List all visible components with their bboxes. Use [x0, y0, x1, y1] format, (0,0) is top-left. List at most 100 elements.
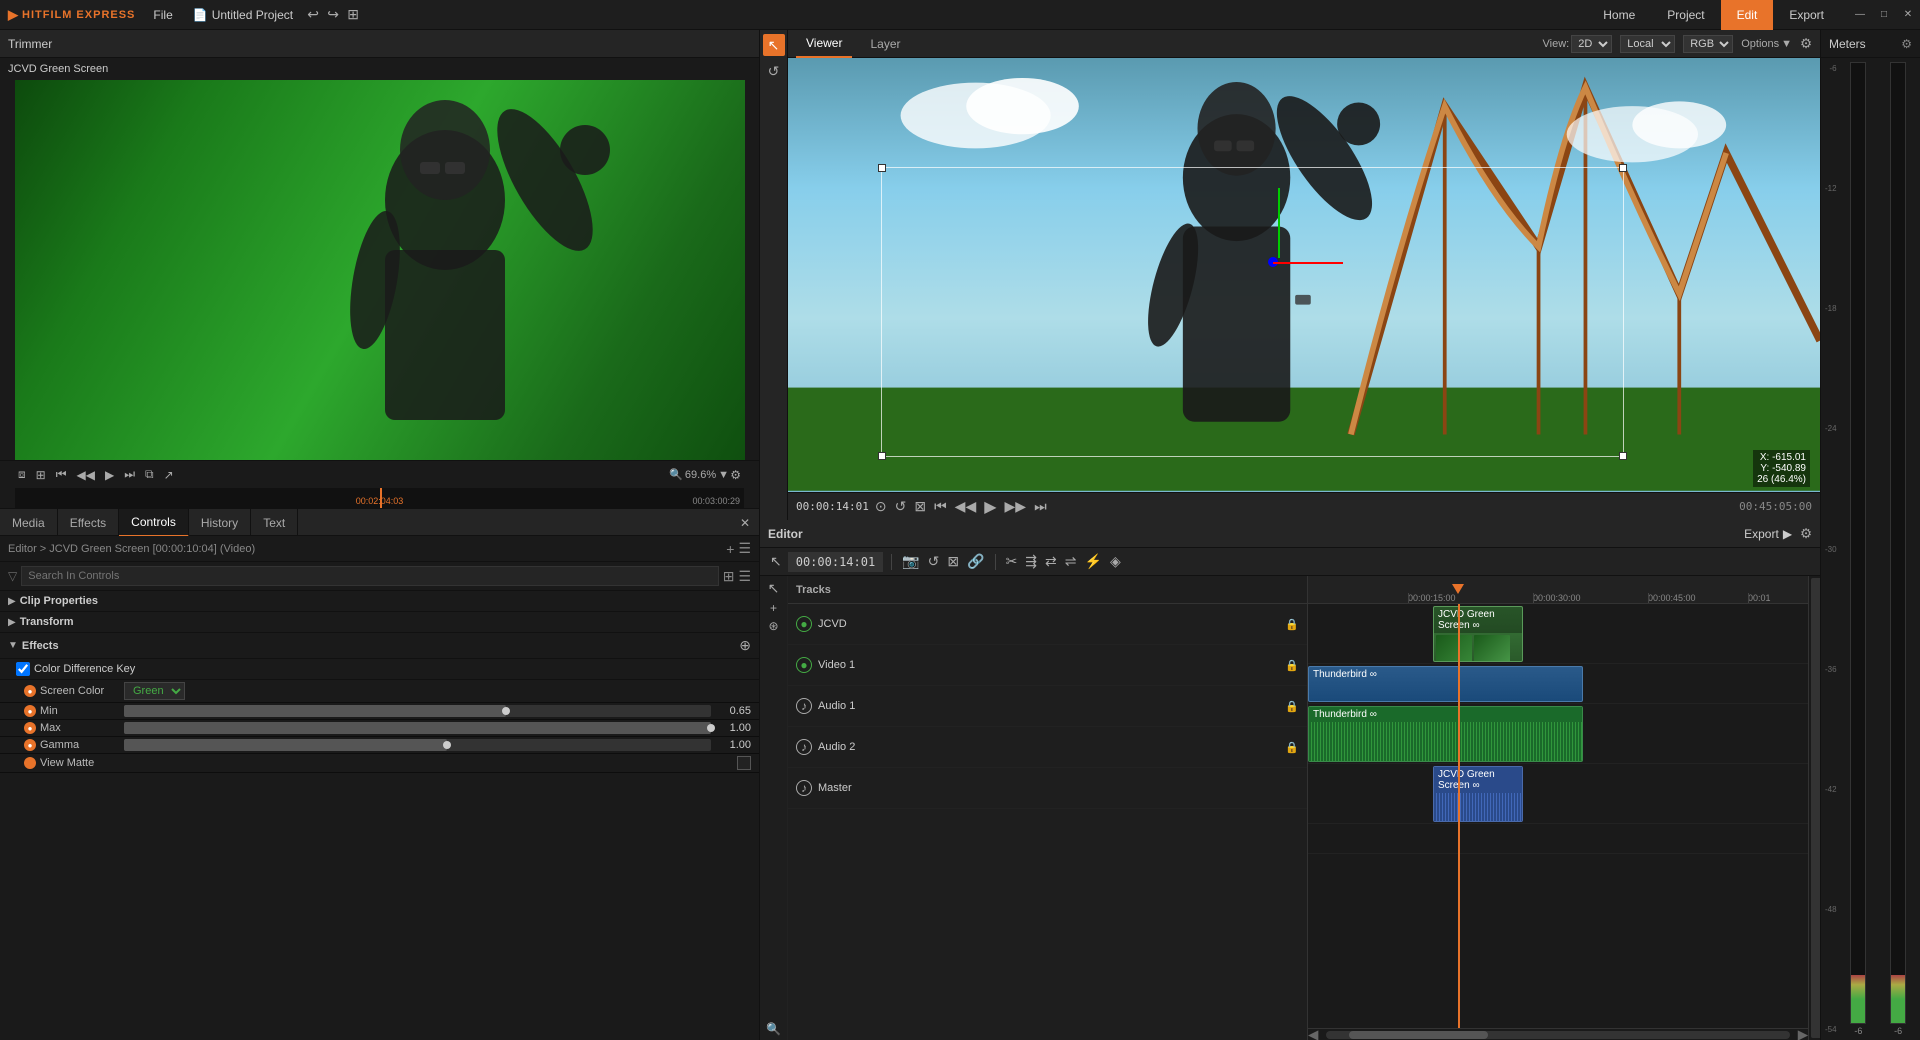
audio1-visibility-icon[interactable]: ♪ [796, 698, 812, 714]
viewer-step-fwd-button[interactable]: ▶▶ [1003, 498, 1029, 515]
channel-control[interactable]: RGB [1683, 35, 1733, 53]
max-keyframe-icon[interactable]: ● [24, 722, 36, 734]
space-control[interactable]: LocalWorld [1620, 35, 1675, 53]
select-tool-button[interactable]: ↖ [763, 34, 785, 56]
redo-button[interactable]: ↪ [323, 5, 343, 25]
project-menu[interactable]: 📄 Untitled Project [183, 0, 303, 30]
meters-close-button[interactable]: ⚙ [1901, 37, 1912, 51]
scroll-left-button[interactable]: ◀ [1308, 1027, 1318, 1040]
panel-close-button[interactable]: ✕ [731, 509, 759, 537]
gamma-slider[interactable] [124, 739, 711, 751]
viewer-settings-button[interactable]: ⚙ [1800, 36, 1812, 52]
audio2-lock-icon[interactable]: 🔒 [1285, 741, 1299, 754]
jcvd-lock-icon[interactable]: 🔒 [1285, 618, 1299, 631]
gamma-keyframe-icon[interactable]: ● [24, 739, 36, 751]
trim-set-in-button[interactable]: ⧈ [15, 465, 29, 484]
timeline-hscroll[interactable] [1326, 1031, 1790, 1039]
viewer-loop-button[interactable]: ↺ [893, 498, 909, 515]
editor-split-button[interactable]: ✂ [1004, 553, 1020, 570]
jcvd-audio-clip[interactable]: JCVD Green Screen ∞ [1433, 766, 1523, 822]
close-button[interactable]: ✕ [1896, 0, 1920, 30]
viewer-snap-button[interactable]: ⊠ [912, 498, 928, 515]
viewer-record-button[interactable]: ⊙ [873, 498, 889, 515]
editor-pointer-button[interactable]: ↖ [768, 553, 784, 570]
audio1-lock-icon[interactable]: 🔒 [1285, 700, 1299, 713]
text-tab[interactable]: Text [251, 509, 298, 537]
effects-add-button[interactable]: ⊕ [739, 637, 751, 654]
trim-frame-back-button[interactable]: ⊞ [33, 466, 49, 484]
timeline-scrollbar[interactable]: ◀ ▶ [1308, 1028, 1808, 1040]
transform-handle-br[interactable] [1619, 452, 1627, 460]
search-input[interactable] [21, 566, 718, 586]
trim-step-back-button[interactable]: ⏮ [53, 465, 70, 484]
export-tab[interactable]: Export [1773, 0, 1840, 30]
editor-camera-button[interactable]: 📷 [900, 553, 921, 570]
video1-lock-icon[interactable]: 🔒 [1285, 659, 1299, 672]
trimmer-timeline[interactable]: 00:02:04:03 00:03:00:29 [15, 488, 744, 508]
edit-tab[interactable]: Edit [1721, 0, 1774, 30]
min-slider[interactable] [124, 705, 711, 717]
media-tab[interactable]: Media [0, 509, 58, 537]
editor-tool-add[interactable]: + [770, 601, 777, 615]
jcvd-video-clip[interactable]: JCVD Green Screen ∞ [1433, 606, 1523, 662]
editor-rate-button[interactable]: ⚡ [1083, 553, 1104, 570]
editor-loop-button[interactable]: ↺ [926, 553, 942, 570]
timeline-tracks[interactable]: JCVD Green Screen ∞ [1308, 604, 1808, 1028]
undo-button[interactable]: ↩ [303, 5, 323, 25]
audio2-visibility-icon[interactable]: ♪ [796, 739, 812, 755]
trim-play-button[interactable]: ▶ [102, 466, 117, 484]
editor-slip-button[interactable]: ⇌ [1063, 553, 1079, 570]
view-mode-control[interactable]: View: 2D3D [1543, 35, 1613, 53]
track-vscroll-thumb[interactable] [1811, 578, 1820, 1038]
trim-set-out-button[interactable]: ⧉ [142, 465, 157, 484]
thunderbird-audio-clip[interactable]: Thunderbird ∞ [1308, 706, 1583, 762]
project-tab[interactable]: Project [1651, 0, 1720, 30]
history-tab[interactable]: History [189, 509, 251, 537]
jcvd-visibility-icon[interactable]: ● [796, 616, 812, 632]
editor-ripple-button[interactable]: ⇶ [1023, 553, 1039, 570]
editor-slide-button[interactable]: ⇄ [1043, 553, 1059, 570]
min-keyframe-icon[interactable]: ● [24, 705, 36, 717]
file-menu[interactable]: File [143, 0, 182, 30]
transform-handle-tl[interactable] [878, 164, 886, 172]
effects-section-header[interactable]: ▼ Effects ⊕ [0, 633, 759, 659]
track-vertical-scroll[interactable] [1808, 576, 1820, 1040]
effects-tab[interactable]: Effects [58, 509, 119, 537]
video1-visibility-icon[interactable]: ● [796, 657, 812, 673]
home-tab[interactable]: Home [1587, 0, 1651, 30]
editor-tool-pointer[interactable]: ↖ [768, 580, 780, 597]
screen-color-keyframe-icon[interactable]: ● [24, 685, 36, 697]
master-visibility-icon[interactable]: ♪ [796, 780, 812, 796]
space-select[interactable]: LocalWorld [1620, 35, 1675, 53]
transform-handle-bl[interactable] [878, 452, 886, 460]
viewer-canvas[interactable]: X: -615.01 Y: -540.89 26 (46.4%) [788, 58, 1820, 492]
editor-tool-link[interactable]: ⊛ [768, 619, 778, 633]
layer-tab[interactable]: Layer [860, 30, 910, 58]
list-view-button[interactable]: ⊞ [723, 568, 735, 585]
editor-export-button[interactable]: Export ▶ [1744, 527, 1792, 541]
channel-select[interactable]: RGB [1683, 35, 1733, 53]
viewer-skip-end-button[interactable]: ⏭ [1032, 498, 1049, 515]
transform-section[interactable]: ▶ Transform [0, 612, 759, 633]
minimize-button[interactable]: — [1848, 0, 1872, 30]
trim-stop-button[interactable]: ⏭ [121, 465, 138, 484]
thunderbird-video-clip[interactable]: Thunderbird ∞ [1308, 666, 1583, 702]
viewer-step-back-button[interactable]: ◀◀ [953, 498, 979, 515]
breadcrumb-list-button[interactable]: ☰ [738, 540, 751, 557]
editor-composite-button[interactable]: ◈ [1108, 553, 1123, 570]
viewer-skip-start-button[interactable]: ⏮ [932, 498, 949, 515]
trim-settings-button[interactable]: ⚙ [727, 466, 744, 484]
color-diff-key-checkbox[interactable] [16, 662, 30, 676]
editor-link-button[interactable]: 🔗 [965, 553, 986, 570]
detail-view-button[interactable]: ☰ [738, 568, 751, 585]
scroll-right-button[interactable]: ▶ [1798, 1027, 1808, 1040]
view-mode-select[interactable]: 2D3D [1571, 35, 1612, 53]
trim-frame-step-back-button[interactable]: ◀◀ [74, 466, 98, 484]
editor-tool-zoom[interactable]: 🔍 [766, 1022, 781, 1036]
clip-properties-section[interactable]: ▶ Clip Properties [0, 591, 759, 612]
trim-export-button[interactable]: ↗ [161, 466, 177, 484]
screen-color-dropdown[interactable]: Green Blue [124, 682, 185, 700]
options-control[interactable]: Options ▼ [1741, 38, 1792, 50]
transform-tool-button[interactable]: ↺ [763, 60, 785, 82]
scroll-thumb[interactable] [1349, 1031, 1488, 1039]
